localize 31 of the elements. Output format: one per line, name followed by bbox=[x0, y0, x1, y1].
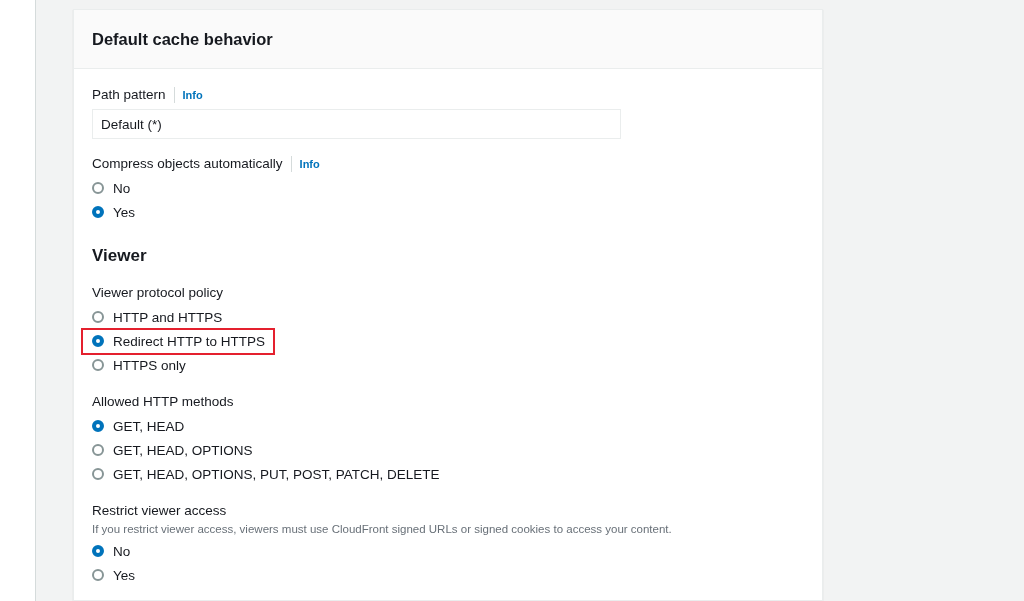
radio-label[interactable]: Redirect HTTP to HTTPS bbox=[113, 333, 266, 349]
field-label: Allowed HTTP methods bbox=[92, 393, 234, 411]
radio-label[interactable]: HTTPS only bbox=[113, 357, 186, 373]
field-description: If you restrict viewer access, viewers must use CloudFront signed URLs or signed cookies to access your content. bbox=[92, 522, 673, 537]
radio-label[interactable]: No bbox=[113, 543, 131, 559]
info-link[interactable]: Info bbox=[299, 154, 320, 174]
radio-button[interactable] bbox=[92, 335, 104, 347]
info-link[interactable]: Info bbox=[182, 85, 203, 105]
radio-button[interactable] bbox=[92, 444, 104, 456]
field-label: Viewer protocol policy bbox=[92, 284, 224, 302]
radio-button[interactable] bbox=[92, 569, 104, 581]
radio-button[interactable] bbox=[92, 420, 104, 432]
radio-label[interactable]: No bbox=[113, 180, 131, 196]
radio-button[interactable] bbox=[92, 545, 104, 557]
radio-label[interactable]: GET, HEAD, OPTIONS bbox=[113, 442, 253, 458]
radio-label[interactable]: GET, HEAD, OPTIONS, PUT, POST, PATCH, DELETE bbox=[113, 466, 440, 482]
radio-button[interactable] bbox=[92, 468, 104, 480]
field-label: Restrict viewer access bbox=[92, 502, 227, 520]
section-heading: Viewer bbox=[92, 245, 148, 267]
radio-button[interactable] bbox=[92, 206, 104, 218]
radio-button[interactable] bbox=[92, 359, 104, 371]
radio-label[interactable]: Yes bbox=[113, 567, 136, 583]
radio-button[interactable] bbox=[92, 311, 104, 323]
radio-label[interactable]: HTTP and HTTPS bbox=[113, 309, 223, 325]
radio-label[interactable]: Yes bbox=[113, 204, 136, 220]
radio-button[interactable] bbox=[92, 182, 104, 194]
card-title: Default cache behavior bbox=[92, 29, 273, 49]
radio-label[interactable]: GET, HEAD bbox=[113, 418, 185, 434]
field-label: Path pattern bbox=[92, 86, 166, 104]
field-label: Compress objects automatically bbox=[92, 155, 283, 173]
input-field[interactable]: Default (*) bbox=[92, 109, 621, 139]
